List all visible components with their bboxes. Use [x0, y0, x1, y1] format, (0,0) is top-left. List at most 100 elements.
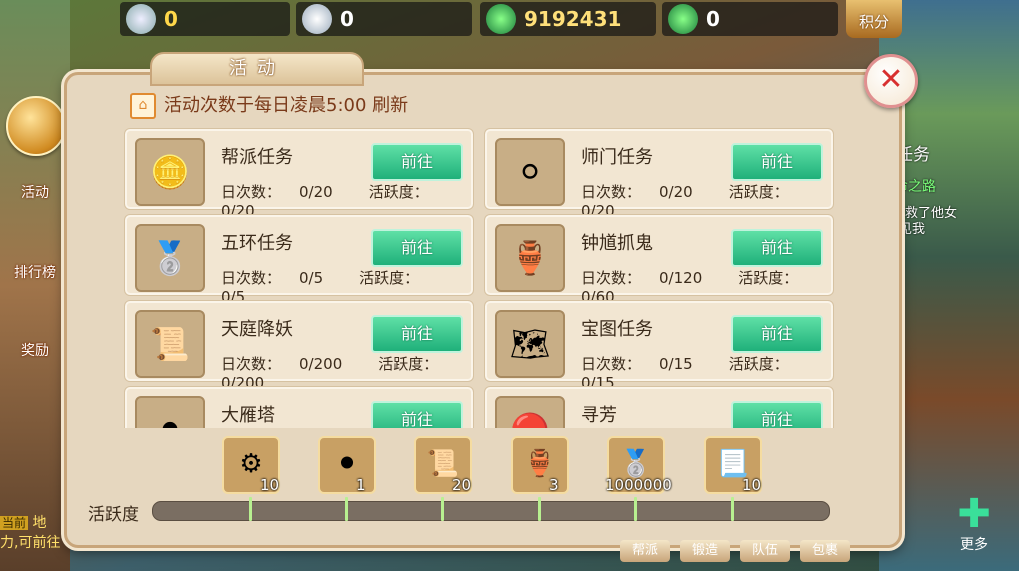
activity-points-label: 活跃度：: [728, 355, 789, 373]
bottom-tab[interactable]: 包裹: [800, 540, 850, 562]
daily-label: 日次数：: [221, 355, 282, 373]
currency-bound-jade[interactable]: 0: [662, 2, 838, 36]
more-label: 更多: [960, 537, 988, 553]
activity-points-label: 活跃度：: [728, 183, 789, 201]
close-icon: ✕: [878, 62, 904, 97]
bottom-left-text1: 地: [32, 515, 47, 531]
activity-title: 大雁塔: [221, 405, 275, 426]
go-button[interactable]: 前往: [731, 143, 823, 181]
activity-card[interactable]: ⚪ 师门任务 前往日次数： 0/20 活跃度： 0/20: [484, 128, 834, 220]
currency-bar: 0 0 9192431 0: [110, 0, 910, 40]
close-button[interactable]: ✕: [864, 54, 918, 108]
progress-tick: [249, 497, 252, 521]
daily-count: 日次数： 0/20: [221, 183, 351, 201]
bottom-tab[interactable]: 帮派: [620, 540, 670, 562]
activity-points-label: 活跃度：: [359, 269, 420, 287]
daily-label: 日次数：: [581, 183, 642, 201]
activity-points-label: 活跃度：: [738, 269, 799, 287]
scroll-book-icon: 📜: [135, 310, 205, 378]
daily-count: 日次数： 0/120: [581, 269, 720, 287]
daily-value: 0/20: [659, 183, 693, 201]
reward-count: 20: [452, 476, 472, 494]
daily-label: 日次数：: [581, 355, 642, 373]
reward-count: 10: [260, 476, 280, 494]
progress-tick: [441, 497, 444, 521]
activity-points-label: 活跃度：: [368, 183, 429, 201]
jade-plus-icon: [486, 4, 516, 34]
daily-count: 日次数： 0/5: [221, 269, 341, 287]
left-scene: [0, 0, 70, 571]
activity-list[interactable]: 🪙 帮派任务 前往 日次数： 0/20 活跃度：0/20 ⚪ 师门任务 前往 日次数： 0/20 活跃…: [124, 128, 838, 428]
daily-count: 日次数： 0/20: [581, 183, 711, 201]
activity-card[interactable]: 📜 天庭降妖 前往 日次数： 0/200 活跃度： 0/200: [124, 300, 474, 392]
progress-tick: [345, 497, 348, 521]
activity-points-label: 活跃度：: [378, 355, 439, 373]
gong-coin-icon: [126, 4, 156, 34]
daily-value: 0/120: [659, 269, 703, 287]
go-button[interactable]: 前往: [731, 315, 823, 353]
activity-title: 宝图任务: [581, 319, 653, 340]
collapse-menu-button[interactable]: [6, 96, 66, 156]
daily-count: 日次数： 0/15: [581, 355, 711, 373]
daily-count: 日次数： 0/200: [221, 355, 360, 373]
go-button[interactable]: 前往: [371, 401, 463, 428]
activity-title: 帮派任务: [221, 147, 293, 168]
reward-count: 1000000: [605, 476, 672, 494]
go-button[interactable]: 前往: [371, 143, 463, 181]
activity-card[interactable]: 🏺 钟馗抓鬼 前往 日次数： 0/120 活跃度：0/60: [484, 214, 834, 306]
gang-token-icon: 🪙: [135, 138, 205, 206]
activity-progress-track: [152, 501, 830, 521]
activity-title: 师门任务: [581, 147, 653, 168]
daily-value: 0/15: [659, 355, 693, 373]
currency-jade[interactable]: 9192431: [480, 2, 656, 36]
silver-ingot-plus-icon: [302, 4, 332, 34]
activity-card[interactable]: 🥈 五环任务 前往 日次数： 0/5 活跃度： 0/5: [124, 214, 474, 306]
side-menu-ranking[interactable]: 排行榜: [0, 262, 70, 282]
currency-silver[interactable]: 0: [296, 2, 472, 36]
activity-title: 五环任务: [221, 233, 293, 254]
reward-count: 3: [549, 476, 559, 494]
daily-value: 0/200: [299, 355, 343, 373]
currency-silver-value: 0: [340, 7, 354, 31]
score-button[interactable]: 积分: [846, 0, 902, 38]
panel-title: 活动: [150, 52, 364, 86]
side-menu-activity[interactable]: 活动: [0, 182, 70, 202]
bottom-tab[interactable]: 队伍: [740, 540, 790, 562]
activity-card[interactable]: 🔴 寻芳 前往: [484, 386, 834, 428]
reward-count: 1: [356, 476, 366, 494]
currency-gong-value: 0: [164, 7, 178, 31]
currency-bound-jade-value: 0: [706, 7, 720, 31]
plus-icon: ✚: [957, 491, 991, 537]
activity-title: 天庭降妖: [221, 319, 293, 340]
treasure-map-icon: 🗺: [495, 310, 565, 378]
red-gem-icon: 🔴: [495, 396, 565, 428]
activity-card[interactable]: 🪙 帮派任务 前往 日次数： 0/20 活跃度： 0/20: [124, 128, 474, 220]
go-button[interactable]: 前往: [371, 315, 463, 353]
bottom-tab[interactable]: 锻造: [680, 540, 730, 562]
progress-tick: [634, 497, 637, 521]
refresh-notice-text: 活动次数于每日凌晨5:00 刷新: [164, 95, 409, 116]
activity-title: 寻芳: [581, 405, 617, 426]
iron-ore-icon[interactable]: ⚫: [318, 436, 376, 494]
bottom-tabs: 帮派 锻造 队伍 包裹: [610, 540, 910, 570]
go-button[interactable]: 前往: [731, 229, 823, 267]
currency-gong[interactable]: 0: [120, 2, 290, 36]
activity-bar-label: 活跃度: [88, 505, 139, 525]
side-menu-reward[interactable]: 奖励: [0, 340, 70, 360]
more-button[interactable]: ✚ 更多: [946, 494, 1002, 554]
go-button[interactable]: 前往: [731, 401, 823, 428]
current-badge: 当前: [0, 516, 29, 530]
currency-jade-value: 9192431: [524, 7, 622, 31]
iron-ore-icon: ⚫: [135, 396, 205, 428]
reward-count: 10: [742, 476, 762, 494]
activity-card[interactable]: ⚫ 大雁塔 前往: [124, 386, 474, 428]
go-button[interactable]: 前往: [371, 229, 463, 267]
activity-card[interactable]: 🗺 宝图任务 前往日次数： 0/15 活跃度： 0/15: [484, 300, 834, 392]
daily-value: 0/5: [299, 269, 324, 287]
refresh-notice: ⌂ 活动次数于每日凌晨5:00 刷新: [130, 92, 408, 120]
silver-coin-icon: ⚪: [495, 138, 565, 206]
jade-vase-icon[interactable]: 🏺: [511, 436, 569, 494]
daily-label: 日次数：: [221, 183, 282, 201]
activity-title: 钟馗抓鬼: [581, 233, 653, 254]
jade-lock-icon: [668, 4, 698, 34]
